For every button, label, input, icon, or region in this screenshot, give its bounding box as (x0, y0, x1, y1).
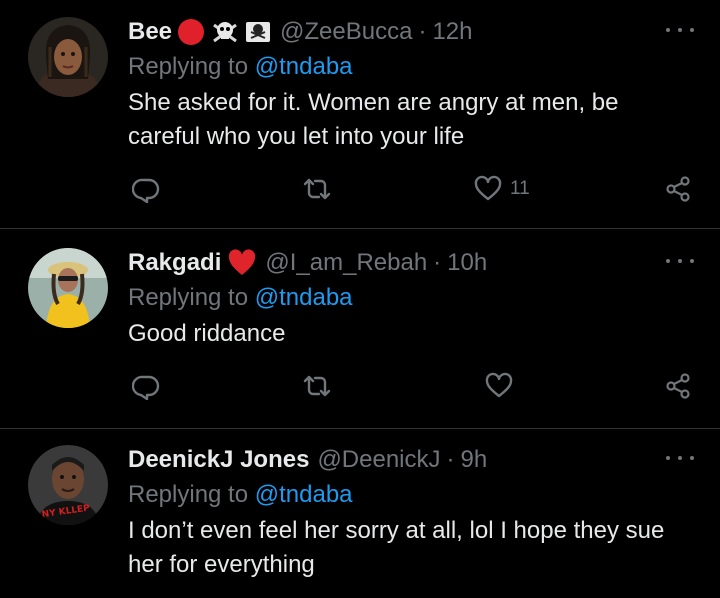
reply-icon (132, 375, 160, 400)
reply-button[interactable] (132, 175, 160, 203)
replying-to: Replying to @tndaba (128, 478, 694, 512)
reply-tweet[interactable]: Rakgadi @I_am_Rebah · 10h Replying to @t… (0, 229, 720, 429)
timestamp[interactable]: 12h (432, 18, 472, 46)
share-icon (666, 373, 690, 399)
replying-prefix: Replying to (128, 53, 255, 80)
more-icon[interactable] (666, 251, 694, 271)
timestamp[interactable]: 10h (447, 249, 487, 277)
user-handle[interactable]: @I_am_Rebah (265, 249, 427, 277)
like-icon (485, 372, 513, 398)
retweet-button[interactable] (302, 175, 332, 203)
reply-icon (132, 178, 160, 203)
skull-crossbones-square-emoji (244, 18, 272, 46)
display-name[interactable]: Bee (128, 18, 172, 46)
share-button[interactable] (664, 372, 692, 400)
tweet-header: DeenickJ Jones @DeenickJ · 9h (128, 442, 694, 478)
display-name[interactable]: DeenickJ Jones (128, 446, 309, 474)
separator-dot: · (418, 18, 427, 45)
share-button[interactable] (664, 175, 692, 203)
replying-prefix: Replying to (128, 481, 255, 508)
mention-link[interactable]: @tndaba (255, 481, 353, 508)
avatar[interactable]: NY KLLEP (28, 445, 108, 525)
mention-link[interactable]: @tndaba (255, 53, 353, 80)
red-heart-emoji (227, 249, 257, 277)
like-count: 11 (510, 178, 530, 199)
action-bar: 11 (128, 175, 694, 205)
like-button[interactable]: 11 (474, 175, 530, 203)
tweet-text: Good riddance (128, 320, 286, 347)
user-handle[interactable]: @DeenickJ (317, 446, 440, 474)
tweet-header: Rakgadi @I_am_Rebah · 10h (128, 245, 694, 281)
replying-prefix: Replying to (128, 284, 255, 311)
more-icon[interactable] (666, 448, 694, 468)
retweet-icon (303, 375, 331, 397)
red-circle-emoji (176, 17, 206, 47)
replying-to: Replying to @tndaba (128, 50, 694, 84)
separator-dot: · (433, 249, 442, 276)
reply-tweet[interactable]: NY KLLEP DeenickJ Jones @DeenickJ · 9h R… (0, 429, 720, 598)
reply-tweet[interactable]: Bee @ZeeBucca · 12h Replying to @tndaba … (0, 0, 720, 229)
timestamp[interactable]: 9h (461, 446, 488, 474)
replying-to: Replying to @tndaba (128, 281, 694, 315)
avatar[interactable] (28, 248, 108, 328)
tweet-text: She asked for it. Women are angry at men… (128, 89, 619, 150)
user-handle[interactable]: @ZeeBucca (280, 18, 412, 46)
retweet-icon (303, 178, 331, 200)
more-icon[interactable] (666, 20, 694, 40)
action-bar (128, 372, 694, 402)
tweet-header: Bee @ZeeBucca · 12h (128, 14, 694, 50)
like-icon (474, 175, 502, 201)
share-icon (666, 176, 690, 202)
tweet-text: I don’t even feel her sorry at all, lol … (128, 517, 665, 578)
avatar[interactable] (28, 17, 108, 97)
display-name[interactable]: Rakgadi (128, 249, 221, 277)
retweet-button[interactable] (302, 372, 332, 400)
skull-crossbones-emoji (210, 17, 240, 47)
mention-link[interactable]: @tndaba (255, 284, 353, 311)
reply-button[interactable] (132, 372, 160, 400)
separator-dot: · (446, 446, 455, 473)
like-button[interactable] (485, 372, 521, 400)
